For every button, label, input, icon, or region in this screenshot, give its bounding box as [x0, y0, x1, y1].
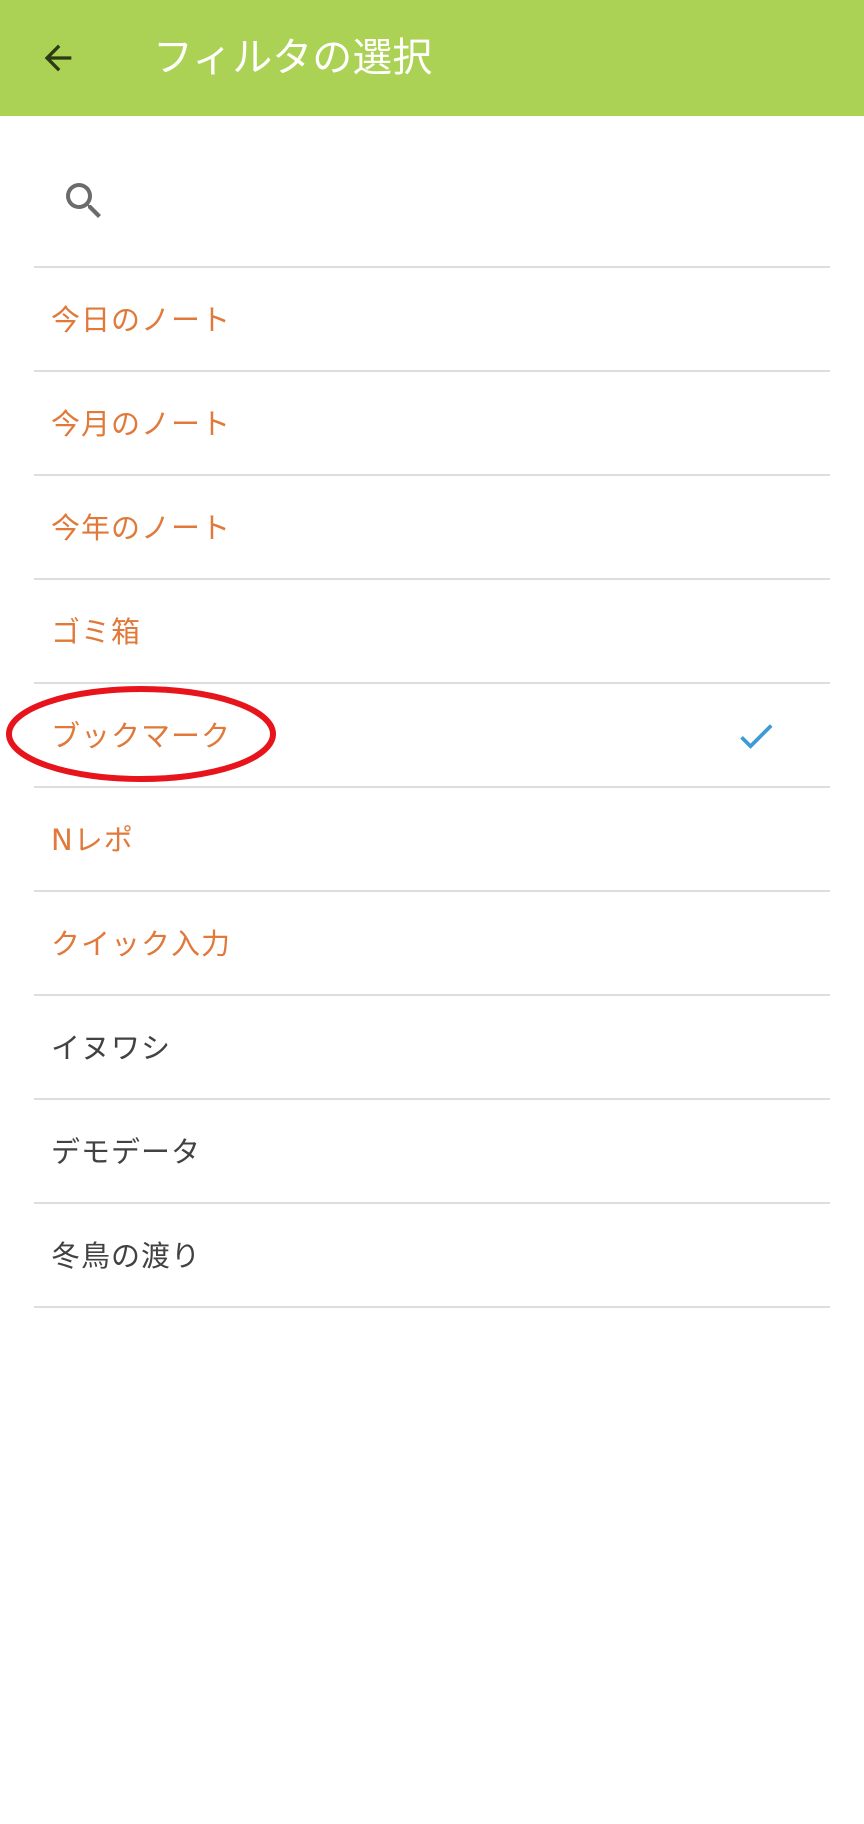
filter-item-label: ゴミ箱	[51, 615, 142, 649]
filter-item[interactable]: イヌワシ	[34, 996, 830, 1100]
app-bar: フィルタの選択	[0, 0, 864, 116]
page-title: フィルタの選択	[153, 35, 433, 81]
filter-item[interactable]: 今年のノート	[34, 476, 830, 580]
search-icon[interactable]	[60, 177, 108, 225]
back-button[interactable]	[26, 26, 90, 90]
filter-select-screen: フィルタの選択 今日のノート 今月のノート 今年のノート ゴミ箱ブックマーク Nレポクイ…	[0, 0, 864, 1824]
filter-item-label: デモデータ	[51, 1135, 202, 1169]
filter-item[interactable]: 今月のノート	[34, 372, 830, 476]
filter-item-label: 今日のノート	[51, 303, 232, 337]
filter-item[interactable]: ゴミ箱	[34, 580, 830, 684]
filter-list: 今日のノート 今月のノート 今年のノート ゴミ箱ブックマーク Nレポクイック入力 イヌワシ…	[34, 268, 830, 1308]
filter-item-label: 冬鳥の渡り	[51, 1239, 202, 1273]
filter-item-label: ブックマーク	[51, 719, 232, 753]
filter-item-label: Nレポ	[51, 823, 134, 857]
filter-item[interactable]: 今日のノート	[34, 268, 830, 372]
filter-item-label: 今年のノート	[51, 511, 232, 545]
filter-item-label: イヌワシ	[51, 1031, 172, 1065]
filter-item[interactable]: 冬鳥の渡り	[34, 1204, 830, 1308]
arrow-back-icon	[44, 44, 72, 72]
filter-item-label: クイック入力	[51, 927, 232, 961]
filter-item[interactable]: ブックマーク	[34, 684, 830, 788]
filter-item[interactable]: クイック入力	[34, 892, 830, 996]
filter-item[interactable]: Nレポ	[34, 788, 830, 892]
search-bar	[34, 140, 830, 268]
filter-item-label: 今月のノート	[51, 407, 232, 441]
search-input[interactable]	[130, 170, 814, 236]
filter-item[interactable]: デモデータ	[34, 1100, 830, 1204]
check-icon	[740, 724, 773, 749]
